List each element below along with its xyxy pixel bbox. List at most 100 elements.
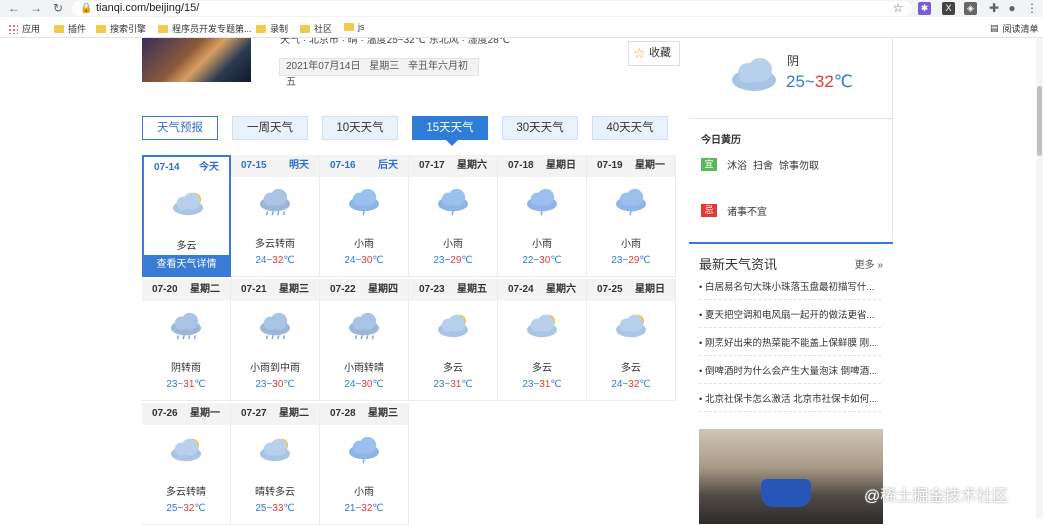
bookmark-apps[interactable]: 应用 [8,22,40,35]
day-header: 07-18 星期日 [498,155,586,177]
rain-cloud-icon [349,312,379,340]
day-header: 07-16 后天 [320,155,408,177]
partly-cloudy-icon [171,438,201,462]
forecast-day[interactable]: 07-14 今天 多云 查看天气详情 [142,155,231,277]
view-detail-button[interactable]: 查看天气详情 [144,255,229,275]
partly-cloudy-icon [527,314,557,338]
forecast-day[interactable]: 07-17 星期六 小雨 23~29℃ [409,155,498,277]
day-date: 07-26 [152,408,178,419]
bookmark-item[interactable]: 社区 [300,22,332,35]
day-date: 07-25 [597,284,623,295]
bookmark-item[interactable]: 搜索引擎 [96,22,146,35]
browser-chrome: ← → ↻ 🔒 tianqi.com/beijing/15/ ☆ ✱ X ◈ ✚… [0,0,1043,38]
extension-icon[interactable]: ◈ [964,2,977,15]
collect-button[interactable]: ☆ 收藏 [628,41,680,66]
forecast-day[interactable]: 07-25 星期日 多云 24~32℃ [587,279,676,401]
reload-icon[interactable]: ↻ [50,1,66,15]
profile-icon[interactable]: ● [1004,1,1020,15]
browser-toolbar: ← → ↻ 🔒 tianqi.com/beijing/15/ ☆ ✱ X ◈ ✚… [0,0,1043,17]
news-item[interactable]: • 白居易名句大珠小珠落玉盘最初描写什... [699,278,881,300]
partly-cloudy-icon [260,438,290,462]
day-desc: 阴转雨 [171,363,201,374]
rain-cloud-icon [260,188,290,216]
divider [689,118,893,119]
day-date: 07-27 [241,408,267,419]
back-icon[interactable]: ← [6,1,22,15]
forecast-day[interactable]: 07-22 星期四小雨转晴 24~30℃ [320,279,409,401]
news-item[interactable]: • 刚烹好出来的热菜能不能盖上保鲜膜 刚... [699,334,881,356]
folder-icon [54,24,64,33]
extension-icon[interactable]: ✱ [918,2,931,15]
tab-1[interactable]: 一周天气 [232,116,308,140]
day-weekday: 后天 [378,160,398,171]
day-temp: 23~31℃ [522,379,562,390]
forecast-day[interactable]: 07-18 星期日 小雨 22~30℃ [498,155,587,277]
forecast-day[interactable]: 07-20 星期二 阴转雨 23~31℃ [142,279,231,401]
news-item[interactable]: • 倒啤酒时为什么会产生大量泡沫 倒啤酒... [699,362,881,384]
folder-icon [96,24,106,33]
city-photo [142,38,251,82]
day-desc: 小雨 [354,239,374,250]
day-date: 07-22 [330,284,356,295]
day-date: 07-20 [152,284,178,295]
double-chevron-icon: » [877,260,883,271]
forecast-day[interactable]: 07-24 星期六 多云 23~31℃ [498,279,587,401]
reading-list[interactable]: ▤ 阅读清单 [990,22,1039,35]
bookmark-item[interactable]: 录制 [256,22,288,35]
divider [892,38,893,238]
news-image[interactable] [699,429,883,524]
day-date: 07-23 [419,284,445,295]
day-desc: 小雨转晴 [344,363,384,374]
forward-icon[interactable]: → [28,1,44,15]
extension-x-icon[interactable]: X [942,2,955,15]
day-date: 07-21 [241,284,267,295]
tab-3[interactable]: 15天天气 [412,116,488,146]
day-desc: 晴转多云 [255,487,295,498]
day-desc: 小雨 [443,239,463,250]
forecast-day[interactable]: 07-19 星期一 小雨 23~29℃ [587,155,676,277]
tab-0[interactable]: 天气预报 [142,116,218,140]
day-temp: 24~30℃ [344,379,384,390]
day-temp: 23~31℃ [433,379,473,390]
news-more-link[interactable]: 更多 » [855,256,883,271]
tab-2[interactable]: 10天天气 [322,116,398,140]
forecast-day[interactable]: 07-21 星期三 小雨到中雨 23~30℃ [231,279,320,401]
forecast-day[interactable]: 07-16 后天 小雨 24~30℃ [320,155,409,277]
bookmarks-bar: 应用 插件 搜索引擎 程序员开发专题第... 录制 社区 js ▤ 阅读清单 [0,20,1043,37]
tab-5[interactable]: 40天天气 [592,116,668,140]
folder-icon [344,23,354,31]
forecast-day[interactable]: 07-28 星期三 小雨 21~32℃ [320,403,409,525]
day-weekday: 星期一 [190,408,220,419]
puzzle-icon[interactable]: ✚ [986,1,1002,15]
tab-4[interactable]: 30天天气 [502,116,578,140]
day-weekday: 星期二 [190,284,220,295]
bookmark-item[interactable]: 程序员开发专题第... [158,22,252,35]
forecast-day[interactable]: 07-27 星期二 晴转多云 25~33℃ [231,403,320,525]
menu-icon[interactable]: ⋮ [1024,1,1040,15]
address-bar[interactable]: 🔒 tianqi.com/beijing/15/ [72,1,912,16]
bookmark-item[interactable]: 插件 [54,22,86,35]
news-item[interactable]: • 北京社保卡怎么激活 北京市社保卡如何... [699,390,881,412]
day-header: 07-22 星期四 [320,279,408,301]
forecast-day[interactable]: 07-26 星期一 多云转晴 25~32℃ [142,403,231,525]
day-weekday: 明天 [289,160,309,171]
day-header: 07-23 星期五 [409,279,497,301]
folder-icon [300,24,310,33]
date-strip: 2021年07月14日 星期三 辛丑年六月初五 [279,58,479,88]
light-rain-icon [616,188,646,216]
current-desc: 阴 [787,54,800,68]
rain-cloud-icon [260,312,290,340]
day-temp: 25~32℃ [166,503,206,514]
scrollbar-thumb[interactable] [1037,86,1042,156]
day-date: 07-18 [508,160,534,171]
day-date: 07-15 [241,160,267,171]
day-weekday: 星期四 [368,284,398,295]
partly-cloudy-icon [616,314,646,338]
forecast-day[interactable]: 07-15 明天 多云转雨 24~32℃ [231,155,320,277]
light-rain-icon [349,188,379,216]
news-item[interactable]: • 夏天把空调和电风扇一起开的做法更省... [699,306,881,328]
bookmark-star-icon[interactable]: ☆ [890,1,906,15]
forecast-day[interactable]: 07-23 星期五 多云 23~31℃ [409,279,498,401]
bookmark-item[interactable]: js [344,22,365,32]
header-summary: 天气 · 北京市 · 晴 · 温度25~32℃ 东北风 · 湿度28℃ [280,38,510,46]
